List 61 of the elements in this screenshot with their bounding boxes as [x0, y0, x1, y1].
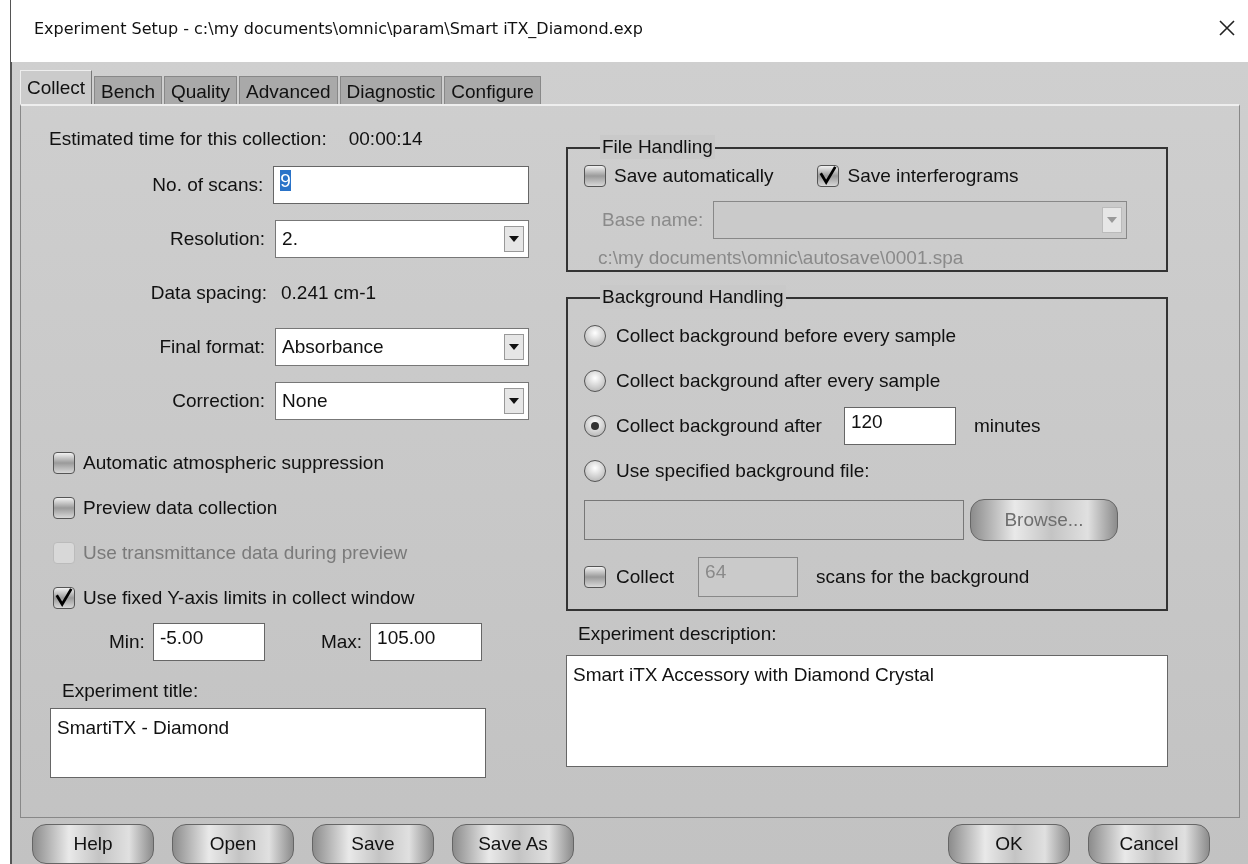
radio-button[interactable]	[584, 459, 606, 482]
window-title: Experiment Setup - c:\my documents\omnic\param\Smart iTX_Diamond.exp	[34, 18, 643, 38]
tab[interactable]: Advanced	[239, 76, 338, 104]
autosave-path: c:\my documents\omnic\autosave\0001.spa	[598, 247, 965, 269]
estimate-value: 00:00:14	[348, 128, 423, 151]
radio-button[interactable]	[584, 369, 606, 392]
dialog-button[interactable]: Open	[172, 824, 294, 864]
field-label: Resolution:	[169, 228, 267, 250]
radio-label: Use specified background file:	[616, 459, 870, 482]
checkbox-label: Save interferograms	[847, 165, 1019, 187]
title-text-area[interactable]: SmartiTX - Diamond	[50, 708, 486, 778]
max-field[interactable]: 105.00	[370, 623, 483, 661]
dropdown[interactable]: None	[275, 382, 529, 420]
field-label: No. of scans:	[151, 174, 265, 196]
tab[interactable]: Diagnostic	[339, 76, 443, 104]
tab[interactable]: Collect	[20, 70, 93, 104]
dropdown[interactable]: 2.	[275, 220, 529, 258]
checkbox[interactable]	[584, 165, 606, 187]
checkbox-label: Collect	[616, 566, 675, 588]
tab[interactable]: Bench	[94, 76, 162, 104]
radio-label: Collect background before every sample	[616, 324, 957, 347]
checkbox-label: Preview data collection	[83, 496, 278, 519]
radio-label: Collect background after every sample	[616, 369, 941, 392]
field-label: Data spacing:	[149, 282, 268, 304]
field-value: 0.241 cm-1	[280, 282, 377, 304]
min-field[interactable]: -5.00	[152, 623, 265, 661]
dialog-button[interactable]: Save As	[452, 824, 574, 864]
field-label: Final format:	[158, 336, 267, 358]
minutes-field[interactable]: 120	[843, 406, 956, 445]
dialog-button[interactable]: Save	[312, 824, 434, 864]
dialog-button[interactable]: Cancel	[1088, 824, 1210, 864]
unit-label: minutes	[973, 414, 1041, 437]
radio-button[interactable]	[584, 324, 606, 347]
tab[interactable]: Configure	[444, 76, 541, 104]
checkbox[interactable]	[53, 586, 75, 609]
checkbox-label: Use fixed Y-axis limits in collect window	[83, 586, 415, 609]
scans-label: scans for the background	[816, 566, 1030, 588]
description-text-area[interactable]: Smart iTX Accessory with Diamond Crystal	[566, 655, 1168, 767]
estimate-label: Estimated time for this collection:	[49, 128, 327, 151]
min-label: Min:	[109, 631, 145, 653]
checkbox[interactable]	[53, 496, 75, 519]
description-label: Experiment description:	[578, 623, 778, 645]
dropdown[interactable]: Absorbance	[275, 328, 529, 366]
title-label: Experiment title:	[62, 680, 200, 702]
tab[interactable]: Quality	[163, 76, 238, 104]
base-name-label: Base name:	[602, 209, 704, 231]
checkbox-label: Automatic atmospheric suppression	[83, 451, 384, 474]
field-label: Correction:	[171, 390, 267, 412]
checkbox-label: Use transmittance data during preview	[83, 541, 408, 564]
dialog-button[interactable]: OK	[948, 824, 1070, 864]
dialog-button[interactable]: Help	[32, 824, 154, 864]
base-name-dropdown[interactable]	[713, 201, 1128, 239]
radio-button[interactable]	[584, 414, 606, 437]
input-field[interactable]: 9	[273, 166, 529, 204]
checkbox[interactable]	[817, 165, 840, 187]
checkbox-label: Save automatically	[614, 165, 774, 187]
checkbox[interactable]	[53, 451, 75, 474]
max-label: Max:	[320, 631, 363, 653]
radio-label: Collect background after	[616, 414, 822, 437]
group-title: File Handling	[600, 135, 715, 159]
close-icon[interactable]	[1218, 19, 1236, 37]
